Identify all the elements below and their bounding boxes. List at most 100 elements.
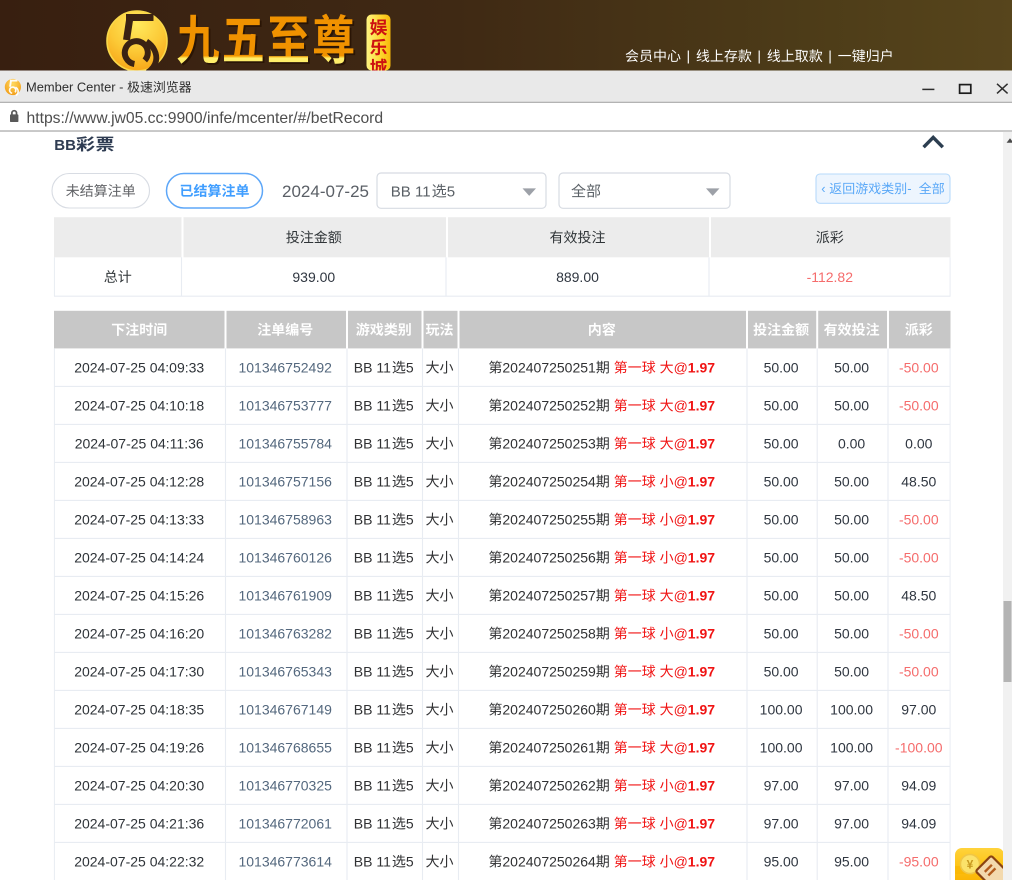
svg-text:97.00: 97.00 [764, 777, 799, 793]
svg-text:100.00: 100.00 [760, 739, 803, 755]
svg-text:97.00: 97.00 [834, 815, 869, 831]
svg-text:202407250263: 202407250263 [502, 815, 596, 831]
svg-text:1.97: 1.97 [688, 435, 715, 451]
svg-text:2024-07-25: 2024-07-25 [282, 182, 369, 201]
svg-text:100.00: 100.00 [830, 739, 873, 755]
svg-text:202407250258: 202407250258 [502, 625, 596, 641]
svg-text:5: 5 [406, 397, 414, 413]
svg-text:@: @ [674, 625, 688, 641]
svg-text:@: @ [674, 701, 688, 717]
svg-text:BB 11: BB 11 [354, 397, 391, 413]
svg-text:48.50: 48.50 [901, 473, 936, 489]
svg-text:@: @ [674, 739, 688, 755]
svg-text:BB 11: BB 11 [354, 739, 391, 755]
svg-text:5: 5 [406, 435, 414, 451]
svg-text:BB 11: BB 11 [354, 359, 391, 375]
svg-text:5: 5 [406, 511, 414, 527]
svg-text:-50.00: -50.00 [899, 663, 939, 679]
svg-text:@: @ [674, 511, 688, 527]
svg-text:101346765343: 101346765343 [238, 663, 332, 679]
svg-text:0.00: 0.00 [838, 435, 865, 451]
svg-text:5: 5 [447, 183, 455, 200]
svg-text:5: 5 [406, 625, 414, 641]
svg-text:5: 5 [406, 359, 414, 375]
svg-text:1.97: 1.97 [688, 587, 715, 603]
svg-text:101346757156: 101346757156 [238, 473, 332, 489]
svg-text:50.00: 50.00 [834, 511, 869, 527]
svg-text:1.97: 1.97 [688, 815, 715, 831]
svg-text:@: @ [674, 815, 688, 831]
svg-text:|: | [687, 48, 691, 64]
svg-text:1.97: 1.97 [688, 701, 715, 717]
svg-text:2024-07-25 04:13:33: 2024-07-25 04:13:33 [74, 511, 204, 527]
svg-text:50.00: 50.00 [764, 397, 799, 413]
svg-text:2024-07-25 04:18:35: 2024-07-25 04:18:35 [74, 701, 204, 717]
svg-text:-50.00: -50.00 [899, 549, 939, 565]
svg-text:-95.00: -95.00 [899, 853, 939, 869]
svg-text:5: 5 [406, 853, 414, 869]
svg-text:5: 5 [406, 777, 414, 793]
svg-text:@: @ [674, 359, 688, 375]
svg-text:2024-07-25 04:19:26: 2024-07-25 04:19:26 [74, 739, 204, 755]
svg-text:@: @ [674, 435, 688, 451]
svg-text:-112.82: -112.82 [807, 269, 854, 285]
svg-text:101346767149: 101346767149 [238, 701, 332, 717]
svg-text:50.00: 50.00 [764, 435, 799, 451]
svg-text:-50.00: -50.00 [899, 511, 939, 527]
svg-text:2024-07-25 04:12:28: 2024-07-25 04:12:28 [74, 473, 204, 489]
svg-text:https://www.jw05.cc:9900/infe/: https://www.jw05.cc:9900/infe/mcenter/#/… [27, 110, 384, 127]
svg-text:-50.00: -50.00 [899, 625, 939, 641]
svg-text:101346753777: 101346753777 [238, 397, 332, 413]
svg-text:202407250253: 202407250253 [502, 435, 596, 451]
svg-text:50.00: 50.00 [764, 359, 799, 375]
svg-text:BB 11: BB 11 [354, 549, 391, 565]
svg-text:202407250261: 202407250261 [502, 739, 596, 755]
svg-text:@: @ [674, 549, 688, 565]
svg-text:5: 5 [406, 663, 414, 679]
svg-text:101346763282: 101346763282 [238, 625, 332, 641]
svg-text:2024-07-25 04:22:32: 2024-07-25 04:22:32 [74, 853, 204, 869]
svg-text:0.00: 0.00 [905, 435, 932, 451]
svg-text:50.00: 50.00 [834, 663, 869, 679]
svg-text:101346772061: 101346772061 [238, 815, 332, 831]
svg-text:101346768655: 101346768655 [238, 739, 332, 755]
svg-text:1.97: 1.97 [688, 473, 715, 489]
svg-text:1.97: 1.97 [688, 777, 715, 793]
svg-text:BB: BB [54, 137, 76, 154]
svg-text:50.00: 50.00 [764, 663, 799, 679]
svg-text:50.00: 50.00 [834, 473, 869, 489]
svg-text:202407250255: 202407250255 [502, 511, 596, 527]
svg-text:97.00: 97.00 [834, 777, 869, 793]
svg-text:101346752492: 101346752492 [238, 359, 332, 375]
svg-text:BB 11: BB 11 [354, 663, 391, 679]
svg-text:5: 5 [406, 549, 414, 565]
svg-text:95.00: 95.00 [834, 853, 869, 869]
svg-text:2024-07-25 04:17:30: 2024-07-25 04:17:30 [74, 663, 204, 679]
svg-text:202407250260: 202407250260 [502, 701, 596, 717]
svg-text:1.97: 1.97 [688, 853, 715, 869]
svg-text:Member Center -: Member Center - [26, 80, 123, 95]
svg-text:939.00: 939.00 [292, 269, 335, 285]
svg-text:95.00: 95.00 [764, 853, 799, 869]
svg-text:889.00: 889.00 [556, 269, 599, 285]
svg-text:202407250256: 202407250256 [502, 549, 596, 565]
svg-text:101346755784: 101346755784 [238, 435, 332, 451]
svg-text:¥: ¥ [967, 858, 974, 872]
svg-text:202407250252: 202407250252 [502, 397, 596, 413]
svg-text:50.00: 50.00 [764, 549, 799, 565]
svg-text:@: @ [674, 853, 688, 869]
svg-text:50.00: 50.00 [834, 625, 869, 641]
svg-text:@: @ [674, 587, 688, 603]
svg-text:5: 5 [406, 473, 414, 489]
svg-text:-50.00: -50.00 [899, 359, 939, 375]
svg-text:@: @ [674, 777, 688, 793]
svg-text:2024-07-25 04:11:36: 2024-07-25 04:11:36 [75, 435, 204, 451]
svg-text:BB 11: BB 11 [354, 435, 391, 451]
svg-text:5: 5 [406, 815, 414, 831]
svg-text:@: @ [674, 397, 688, 413]
svg-text:-50.00: -50.00 [899, 397, 939, 413]
svg-text:5: 5 [406, 701, 414, 717]
svg-text:BB 11: BB 11 [354, 625, 391, 641]
svg-text:BB 11: BB 11 [354, 473, 391, 489]
svg-text:101346758963: 101346758963 [238, 511, 332, 527]
